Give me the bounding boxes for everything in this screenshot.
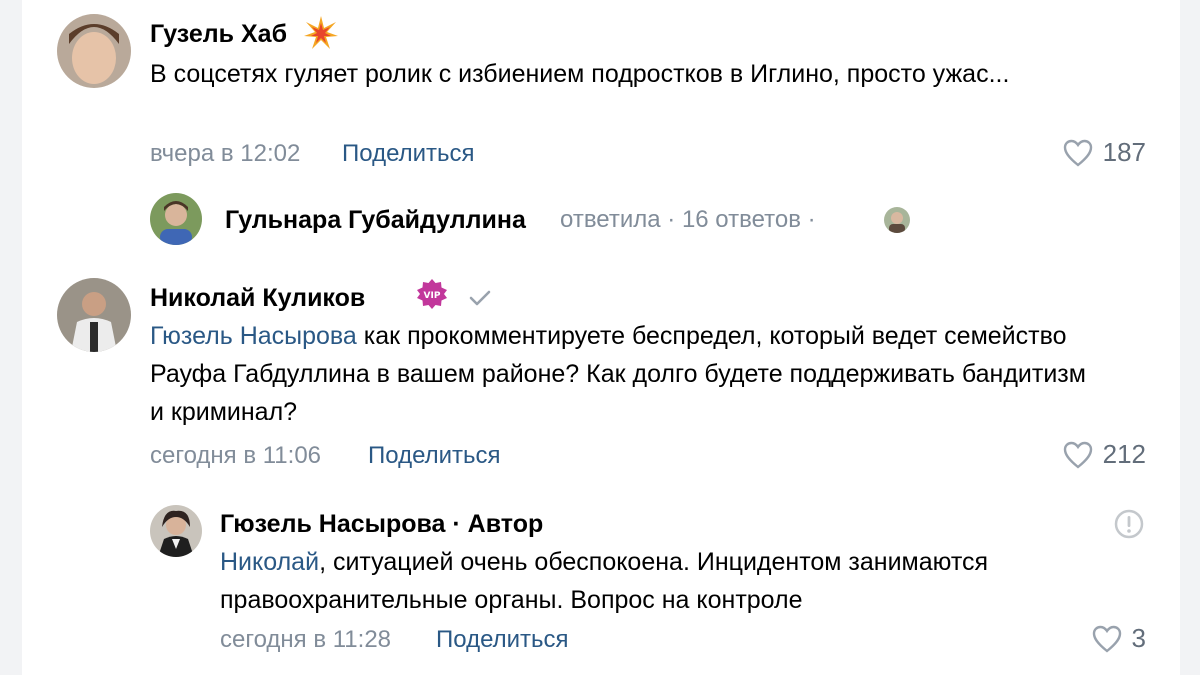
svg-text:VIP: VIP	[424, 291, 441, 301]
reply-author[interactable]: Гюзель Насырова · Автор	[220, 510, 543, 539]
heart-icon	[1063, 139, 1093, 167]
comment-author[interactable]: Николай Куликов	[150, 284, 365, 313]
like-count: 3	[1131, 623, 1146, 653]
avatar[interactable]	[57, 278, 131, 352]
check-icon	[468, 288, 492, 308]
mention-link[interactable]: Николай	[220, 548, 319, 576]
reply-time[interactable]: сегодня в 11:28	[220, 626, 391, 654]
reply-text: Николай, ситуацией очень обеспокоена. Ин…	[220, 548, 989, 614]
sparkle-emoji-icon	[302, 14, 340, 52]
comment-text: Гюзель Насырова как прокомментируете бес…	[150, 322, 1086, 426]
avatar[interactable]	[150, 505, 202, 557]
thread-summary[interactable]: ответила · 16 ответов ·	[560, 206, 816, 234]
comment-author[interactable]: Гузель Хаб	[150, 20, 287, 49]
heart-icon	[1063, 441, 1093, 469]
like-button[interactable]: 212	[1063, 439, 1146, 470]
avatar[interactable]	[884, 207, 910, 233]
like-count: 187	[1102, 137, 1146, 167]
like-count: 212	[1102, 439, 1146, 469]
mention-link[interactable]: Гюзель Насырова	[150, 322, 357, 350]
avatar[interactable]	[150, 193, 202, 245]
vip-badge-icon: VIP	[416, 278, 448, 310]
avatar[interactable]	[57, 14, 131, 88]
report-icon[interactable]	[1113, 508, 1145, 540]
comments-panel: Гузель Хаб В соцсетях гуляет ролик с изб…	[22, 0, 1180, 675]
comment-time[interactable]: сегодня в 11:06	[150, 442, 321, 470]
comment-text: В соцсетях гуляет ролик с избиением подр…	[150, 60, 1010, 88]
share-button[interactable]: Поделиться	[436, 626, 569, 654]
share-button[interactable]: Поделиться	[342, 140, 475, 168]
comment-time[interactable]: вчера в 12:02	[150, 140, 300, 168]
like-button[interactable]: 3	[1092, 623, 1146, 654]
like-button[interactable]: 187	[1063, 137, 1146, 168]
heart-icon	[1092, 625, 1122, 653]
share-button[interactable]: Поделиться	[368, 442, 501, 470]
thread-author[interactable]: Гульнара Губайдуллина	[225, 206, 526, 235]
